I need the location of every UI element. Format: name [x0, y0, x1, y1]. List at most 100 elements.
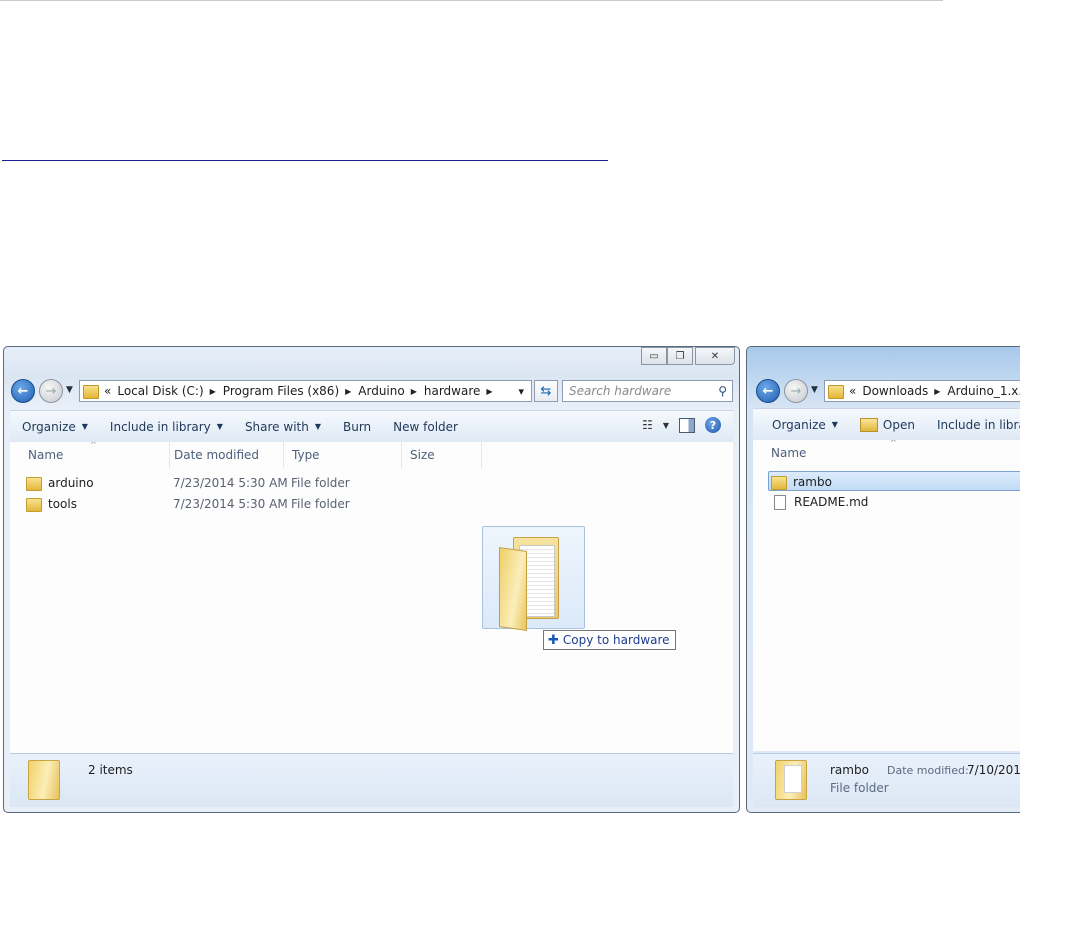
- forward-arrow-icon: →: [45, 383, 57, 399]
- back-button[interactable]: ←: [756, 379, 780, 403]
- search-icon[interactable]: ⚲: [718, 384, 727, 398]
- address-dropdown-icon[interactable]: ▾: [515, 385, 531, 398]
- forward-button[interactable]: →: [784, 379, 808, 403]
- back-arrow-icon: ←: [762, 383, 774, 399]
- refresh-button[interactable]: ⇆: [534, 380, 558, 402]
- folder-icon: [83, 385, 99, 399]
- back-button[interactable]: ←: [11, 379, 35, 403]
- column-header-date-modified[interactable]: Date modified: [166, 442, 284, 468]
- details-pane: rambo Date modified: 7/10/2014 File fold…: [753, 753, 1036, 807]
- search-box[interactable]: Search hardware ⚲: [562, 380, 733, 402]
- new-folder-label: New folder: [393, 419, 458, 434]
- help-icon[interactable]: ?: [705, 417, 721, 433]
- top-divider: [0, 0, 943, 1]
- include-in-library-button[interactable]: Include in library ▼: [99, 420, 234, 434]
- address-segment-program-files[interactable]: Program Files (x86): [223, 384, 345, 398]
- address-segment-downloads[interactable]: Downloads: [862, 384, 934, 398]
- list-item[interactable]: arduino 7/23/2014 5:30 AM File folder: [22, 473, 350, 493]
- open-label: Open: [882, 417, 915, 432]
- address-bar[interactable]: « Downloads ▶ Arduino_1.x.x: [824, 380, 1036, 402]
- list-item-selected[interactable]: rambo: [768, 471, 1028, 491]
- list-item[interactable]: README.md: [768, 492, 868, 512]
- organize-button[interactable]: Organize ▼: [753, 418, 849, 432]
- share-with-label: Share with: [244, 419, 309, 434]
- address-bar[interactable]: « Local Disk (C:) ▶ Program Files (x86) …: [79, 380, 532, 402]
- recent-pages-dropdown[interactable]: ▼: [66, 385, 73, 395]
- list-item[interactable]: tools 7/23/2014 5:30 AM File folder: [22, 494, 350, 514]
- dropdown-arrow-icon: ▼: [831, 420, 838, 429]
- folder-icon: [26, 477, 42, 491]
- dropdown-arrow-icon: ▼: [81, 422, 88, 431]
- open-folder-icon: [859, 417, 878, 432]
- refresh-icon: ⇆: [540, 383, 552, 399]
- command-bar: Organize ▼ Open Include in librar: [753, 408, 1036, 441]
- address-overflow[interactable]: «: [849, 384, 862, 398]
- folder-icon: [828, 385, 844, 399]
- forward-button[interactable]: →: [39, 379, 63, 403]
- restore-icon: ❐: [675, 350, 685, 362]
- address-segment-local-disk[interactable]: Local Disk (C:): [117, 384, 209, 398]
- item-name: README.md: [794, 495, 869, 509]
- chevron-right-icon[interactable]: ▶: [345, 387, 358, 396]
- address-overflow[interactable]: «: [104, 384, 117, 398]
- folder-icon: [493, 533, 563, 631]
- plus-icon: ✚: [548, 632, 559, 648]
- column-header-size[interactable]: Size: [402, 442, 482, 468]
- back-arrow-icon: ←: [17, 383, 29, 399]
- navigation-bar: ← → ▼ « Local Disk (C:) ▶ Program Files …: [11, 378, 733, 404]
- item-name: rambo: [793, 475, 832, 489]
- share-with-button[interactable]: Share with ▼: [234, 420, 332, 434]
- search-input[interactable]: Search hardware: [569, 384, 671, 398]
- close-button[interactable]: ✕: [695, 347, 735, 365]
- view-dropdown-icon[interactable]: ▼: [663, 421, 669, 430]
- window-caption-buttons: ▭ ❐ ✕: [641, 347, 735, 365]
- column-header-name[interactable]: Name: [763, 440, 963, 466]
- chevron-right-icon[interactable]: ▶: [411, 387, 424, 396]
- navigation-bar: ← → ▼ « Downloads ▶ Arduino_1.x.x: [756, 378, 1036, 404]
- file-list: ^ Name Date modified Type Size arduino 7…: [10, 442, 733, 753]
- change-view-icon[interactable]: ☷: [642, 418, 653, 432]
- selected-item-name: rambo: [830, 763, 869, 777]
- organize-button[interactable]: Organize ▼: [10, 420, 99, 434]
- folder-icon: [26, 498, 42, 512]
- link-underline: [2, 160, 608, 161]
- include-in-library-label: Include in library: [109, 419, 211, 434]
- item-date-modified: 7/23/2014 5:30 AM: [173, 497, 288, 511]
- chevron-right-icon[interactable]: ▶: [934, 387, 947, 396]
- item-type: File folder: [291, 497, 350, 511]
- recent-pages-dropdown[interactable]: ▼: [811, 385, 818, 395]
- drag-preview: [482, 526, 585, 631]
- file-list: ^ Name rambo README.md: [753, 440, 1036, 751]
- view-controls: ☷ ▼ ?: [642, 417, 721, 433]
- command-bar: Organize ▼ Include in library ▼ Share with…: [10, 410, 733, 443]
- item-name: arduino: [48, 476, 94, 490]
- file-icon: [774, 495, 786, 510]
- preview-pane-icon[interactable]: [679, 417, 695, 433]
- drag-tooltip-text: Copy to hardware: [562, 633, 670, 647]
- column-headers: ^ Name Date modified Type Size: [10, 442, 733, 468]
- new-folder-button[interactable]: New folder: [382, 420, 469, 434]
- column-header-name[interactable]: Name: [20, 442, 170, 468]
- details-pane: 2 items: [10, 753, 733, 807]
- dropdown-arrow-icon: ▼: [314, 422, 321, 431]
- item-date-modified: 7/23/2014 5:30 AM: [173, 476, 288, 490]
- item-name: tools: [48, 497, 77, 511]
- organize-label: Organize: [22, 419, 76, 434]
- address-segment-arduino[interactable]: Arduino: [358, 384, 410, 398]
- item-count: 2 items: [88, 763, 133, 777]
- dropdown-arrow-icon: ▼: [216, 422, 223, 431]
- minimize-icon: ▭: [649, 350, 659, 362]
- minimize-button[interactable]: ▭: [641, 347, 667, 365]
- open-button[interactable]: Open: [849, 417, 926, 432]
- address-segment-hardware[interactable]: hardware: [424, 384, 487, 398]
- burn-button[interactable]: Burn: [332, 420, 382, 434]
- folder-icon: [775, 760, 807, 800]
- chevron-right-icon[interactable]: ▶: [486, 387, 499, 396]
- chevron-right-icon[interactable]: ▶: [210, 387, 223, 396]
- date-modified-label: Date modified:: [887, 764, 969, 777]
- column-header-type[interactable]: Type: [284, 442, 402, 468]
- explorer-window-arduino: ← → ▼ « Downloads ▶ Arduino_1.x.x Organi…: [746, 346, 1036, 813]
- maximize-button[interactable]: ❐: [667, 347, 693, 365]
- include-in-library-label: Include in librar: [936, 417, 1031, 432]
- organize-label: Organize: [772, 417, 826, 432]
